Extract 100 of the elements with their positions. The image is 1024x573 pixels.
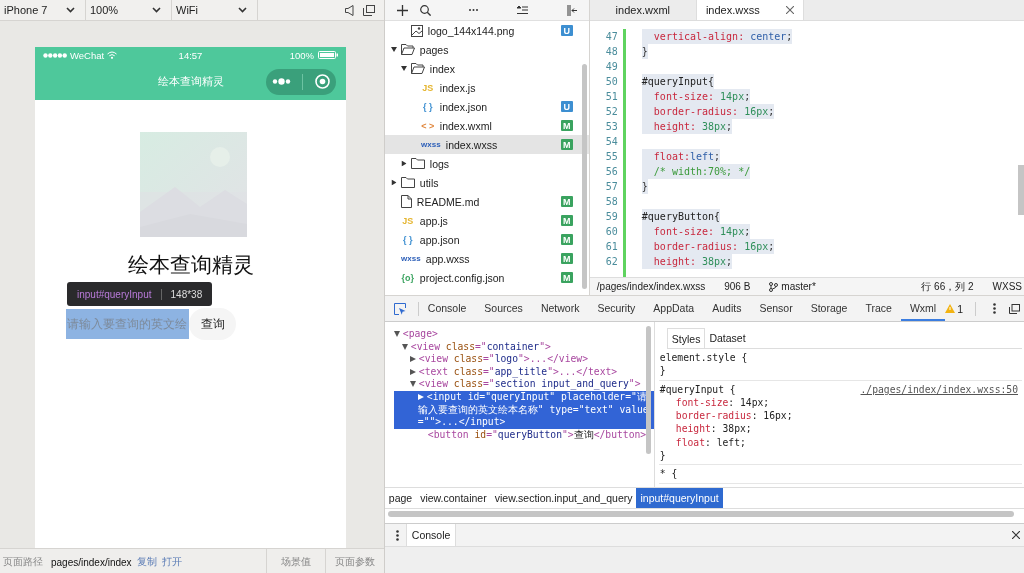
scrollbar[interactable] — [581, 64, 587, 289]
css-property: height — [675, 423, 711, 435]
devtools-tab[interactable]: Audits — [703, 296, 751, 321]
devtools-tab[interactable]: AppData — [644, 296, 704, 321]
line-number: 51 — [604, 90, 618, 104]
breadcrumb-item[interactable]: view.container — [416, 488, 491, 508]
caret-icon[interactable] — [409, 356, 416, 363]
target-icon[interactable] — [315, 74, 331, 89]
line-number: 50 — [604, 75, 618, 89]
close-icon[interactable] — [1012, 531, 1020, 539]
css-value: : 38px; — [710, 423, 752, 435]
file-tree-item[interactable]: JS app.js M — [384, 211, 589, 230]
dom-node[interactable]: <text class="app_title">...</text> — [393, 365, 654, 379]
breadcrumb-item[interactable]: page — [384, 488, 417, 508]
language-mode[interactable]: WXSS — [992, 281, 1022, 292]
caret-icon[interactable] — [409, 368, 416, 375]
panel-tab[interactable]: Styles — [666, 328, 706, 348]
image-icon — [410, 24, 423, 37]
caret-icon[interactable] — [401, 343, 408, 350]
dock-icon[interactable] — [1009, 303, 1020, 314]
collapse-icon[interactable] — [517, 6, 529, 14]
element-size: 148*38 — [169, 288, 203, 300]
devtools-tab[interactable]: Console — [418, 296, 476, 321]
line-number: 59 — [604, 210, 618, 224]
caret-icon[interactable] — [391, 179, 397, 186]
inspect-icon[interactable] — [393, 302, 406, 315]
query-button[interactable]: 查询 — [189, 308, 236, 340]
search-field[interactable]: 请输入要查询的英文绘 — [66, 309, 189, 339]
line-number: 60 — [604, 225, 618, 239]
dom-node[interactable]: <view class="container"> — [393, 340, 654, 354]
scrollbar[interactable] — [1018, 165, 1024, 215]
caret-icon[interactable] — [401, 160, 407, 167]
closing-brace: } — [659, 449, 666, 463]
file-type-icon: wxss — [400, 254, 421, 263]
file-tree-item[interactable]: wxss index.wxss M — [384, 135, 589, 154]
devtools-tab[interactable]: Security — [588, 296, 645, 321]
caret-icon[interactable] — [400, 66, 407, 71]
file-tree-item[interactable]: { } app.json M — [384, 230, 589, 249]
editor-tab[interactable]: index.wxss — [696, 0, 804, 20]
wifi-icon — [107, 51, 118, 59]
caret-icon[interactable] — [393, 331, 400, 337]
devtools-tab[interactable]: Trace — [856, 296, 901, 321]
folder-icon — [400, 177, 415, 188]
dom-node[interactable]: <page> — [393, 328, 654, 341]
plus-icon[interactable] — [396, 4, 408, 16]
file-tree-item[interactable]: utils — [384, 173, 589, 192]
action-link[interactable]: 复制 — [136, 555, 157, 569]
file-tree-item[interactable]: wxss app.wxss M — [384, 249, 589, 268]
file-tree-item[interactable]: {o} project.config.json M — [384, 268, 589, 287]
kebab-icon[interactable] — [395, 529, 399, 541]
caret-icon[interactable] — [390, 47, 397, 52]
breadcrumb-item[interactable]: input#queryInput — [636, 488, 723, 508]
css-property: font-size — [675, 396, 729, 408]
file-tree-item[interactable]: { } index.json U — [384, 97, 589, 116]
scrollbar[interactable] — [645, 326, 651, 454]
warning-count[interactable]: 1 — [957, 302, 963, 315]
file-tree-item[interactable]: JS index.js — [384, 78, 589, 97]
device-dropdown[interactable]: iPhone 7 — [0, 0, 86, 20]
action-link[interactable]: 打开 — [161, 555, 182, 569]
line-number: 56 — [604, 165, 618, 179]
source-link[interactable]: ./pages/index/index.wxss:50 — [860, 382, 1018, 396]
device-dropdown[interactable]: 100% — [86, 0, 172, 20]
file-type-icon: JS — [400, 215, 415, 226]
file-tree-item[interactable]: logo_144x144.png U — [384, 21, 589, 40]
split-icon[interactable] — [566, 4, 577, 16]
window-icon[interactable] — [362, 4, 375, 16]
file-type-icon: < > — [420, 120, 435, 131]
line-number: 62 — [604, 255, 618, 269]
scrollbar[interactable] — [387, 511, 1014, 517]
drawer-tab[interactable]: Console — [405, 524, 457, 546]
devtools-tab[interactable]: Sources — [475, 296, 532, 321]
file-tree-item[interactable]: pages — [384, 40, 589, 59]
line-number: 61 — [604, 240, 618, 254]
file-tree-item[interactable]: README.md M — [384, 192, 589, 211]
carrier-name: WeChat — [70, 49, 105, 61]
file-tree-item[interactable]: < > index.wxml M — [384, 116, 589, 135]
css-value: : 16px; — [751, 410, 793, 422]
search-icon[interactable] — [419, 4, 431, 16]
page-path: pages/index/index — [51, 556, 132, 568]
breadcrumb-item[interactable]: view.section.input_and_query — [490, 488, 637, 508]
panel-tab[interactable]: Dataset — [705, 328, 750, 348]
file-type-icon: {o} — [400, 272, 415, 283]
file-tree-item[interactable]: index — [384, 59, 589, 78]
devtools-tab[interactable]: Sensor — [750, 296, 802, 321]
devtools-tab[interactable]: Storage — [801, 296, 857, 321]
file-size: 906 B — [724, 281, 751, 292]
nav-title: 绘本查询精灵 — [157, 74, 224, 89]
chevron-icon — [238, 7, 247, 13]
devtools-tab[interactable]: Network — [531, 296, 589, 321]
speaker-icon[interactable] — [344, 4, 354, 16]
kebab-icon[interactable] — [993, 303, 996, 314]
editor-tab[interactable]: index.wxml — [589, 0, 697, 20]
capsule-menu[interactable] — [266, 68, 336, 95]
device-dropdown[interactable]: WiFi — [172, 0, 258, 20]
close-icon[interactable] — [785, 6, 794, 14]
file-tree-item[interactable]: logs — [384, 154, 589, 173]
warning-icon — [945, 304, 956, 313]
dom-node[interactable]: <button id="queryButton">查询</button> — [393, 428, 654, 442]
dom-node[interactable]: <view class="logo">...</view> — [393, 353, 654, 366]
devtools-tab[interactable]: Wxml — [900, 296, 946, 321]
